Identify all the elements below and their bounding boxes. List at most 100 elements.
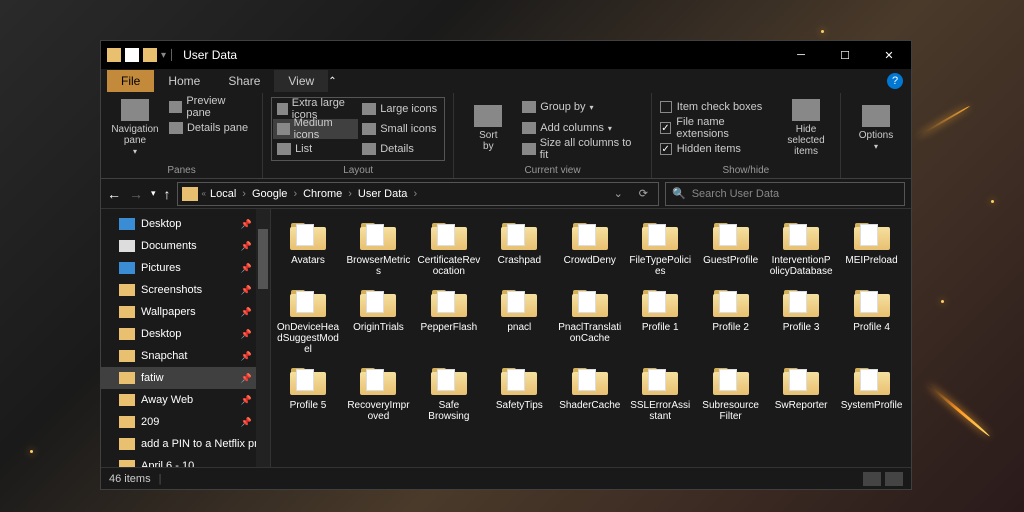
pin-icon: 📌 [241,373,252,384]
maximize-button[interactable]: ☐ [823,41,867,69]
file-extensions-checkbox[interactable]: File name extensions [660,118,776,138]
folder-item[interactable]: Crashpad [486,217,552,280]
close-button[interactable]: ✕ [867,41,911,69]
folder-item[interactable]: MEIPreload [839,217,905,280]
folder-item[interactable]: Profile 4 [839,284,905,358]
breadcrumb-item[interactable]: Local [210,188,236,200]
search-input[interactable]: 🔍 Search User Data [665,182,905,206]
tree-item[interactable]: 209📌 [101,411,270,433]
folder-item[interactable]: SystemProfile [839,362,905,425]
folder-item[interactable]: SwReporter [768,362,834,425]
extra-large-icons-button[interactable]: Extra large icons [273,99,358,119]
add-columns-button[interactable]: Add columns ▾ [518,118,642,138]
up-button[interactable]: ↑ [164,186,171,202]
minimize-button[interactable]: ─ [779,41,823,69]
sort-by-button[interactable]: Sort by [462,97,514,159]
folder-item[interactable]: CrowdDeny [557,217,623,280]
breadcrumb-item[interactable]: User Data [358,188,408,200]
folder-item[interactable]: Profile 5 [275,362,341,425]
back-button[interactable]: ← [107,186,121,202]
refresh-icon[interactable]: ⟳ [633,187,654,200]
tab-home[interactable]: Home [154,70,214,92]
tab-file[interactable]: File [107,70,154,92]
preview-pane-button[interactable]: Preview pane [165,97,254,117]
folder-item[interactable]: Profile 2 [698,284,764,358]
folder-item[interactable]: OriginTrials [345,284,411,358]
details-pane-button[interactable]: Details pane [165,118,254,138]
folder-item[interactable]: Safe Browsing [416,362,482,425]
tree-item[interactable]: Screenshots📌 [101,279,270,301]
folder-icon [852,365,892,397]
item-check-boxes-checkbox[interactable]: Item check boxes [660,97,776,117]
folder-item[interactable]: Avatars [275,217,341,280]
qa-icon-2[interactable] [143,48,157,62]
folder-item[interactable]: FileTypePolicies [627,217,693,280]
ribbon-tabs: File Home Share View ⌃ ? [101,69,911,93]
folder-icon [119,350,135,362]
folder-item[interactable]: ShaderCache [557,362,623,425]
tree-item[interactable]: Desktop📌 [101,323,270,345]
collapse-ribbon-icon[interactable]: ⌃ [328,76,336,87]
qa-icon[interactable] [125,48,139,62]
large-icons-button[interactable]: Large icons [358,99,443,119]
pin-icon: 📌 [241,263,252,274]
folder-item[interactable]: OnDeviceHeadSuggestModel [275,284,341,358]
hidden-items-checkbox[interactable]: Hidden items [660,139,776,159]
ribbon-group-layout: Extra large icons Large icons Medium ico… [263,93,454,178]
folder-item[interactable]: Profile 1 [627,284,693,358]
scrollbar-thumb[interactable] [258,229,268,289]
options-button[interactable]: Options▾ [849,97,903,159]
icons-view-icon[interactable] [885,472,903,486]
tree-item[interactable]: Wallpapers📌 [101,301,270,323]
folder-icon [119,372,135,384]
group-by-button[interactable]: Group by ▾ [518,97,642,117]
navigation-pane-button[interactable]: Navigation pane▾ [109,97,161,159]
medium-icons-button[interactable]: Medium icons [273,119,358,139]
tree-item[interactable]: Documents📌 [101,235,270,257]
folder-item[interactable]: SSLErrorAssistant [627,362,693,425]
hide-selected-button[interactable]: Hide selected items [780,97,832,159]
breadcrumb-item[interactable]: Google [252,188,287,200]
folder-icon [358,287,398,319]
folder-icon [358,220,398,252]
tree-item[interactable]: Desktop📌 [101,213,270,235]
recent-button[interactable]: ▾ [151,188,156,199]
tab-share[interactable]: Share [214,70,274,92]
folder-item[interactable]: SafetyTips [486,362,552,425]
file-explorer-window: ▾ │ User Data ─ ☐ ✕ File Home Share View… [100,40,912,490]
folder-item[interactable]: GuestProfile [698,217,764,280]
folder-item[interactable]: InterventionPolicyDatabase [768,217,834,280]
breadcrumb-item[interactable]: Chrome [303,188,342,200]
folder-item[interactable]: pnacl [486,284,552,358]
breadcrumb[interactable]: « Local› Google› Chrome› User Data› ⌄ ⟳ [177,182,659,206]
folder-item[interactable]: BrowserMetrics [345,217,411,280]
folder-item[interactable]: CertificateRevocation [416,217,482,280]
tree-item[interactable]: add a PIN to a Netflix profi [101,433,270,455]
folder-icon [119,262,135,274]
tree-item[interactable]: April 6 - 10 [101,455,270,467]
details-button[interactable]: Details [358,139,443,159]
list-button[interactable]: List [273,139,358,159]
folder-item[interactable]: Profile 3 [768,284,834,358]
forward-button[interactable]: → [129,186,143,202]
tab-view[interactable]: View [274,70,328,92]
tree-item[interactable]: Away Web📌 [101,389,270,411]
small-icons-button[interactable]: Small icons [358,119,443,139]
folder-icon [852,220,892,252]
folder-item[interactable]: Subresource Filter [698,362,764,425]
folder-icon [119,394,135,406]
folder-item[interactable]: PepperFlash [416,284,482,358]
folder-icon [711,220,751,252]
tree-item[interactable]: fatiw📌 [101,367,270,389]
tree-item[interactable]: Snapchat📌 [101,345,270,367]
navigation-tree: Desktop📌Documents📌Pictures📌Screenshots📌W… [101,209,271,467]
folder-item[interactable]: RecoveryImproved [345,362,411,425]
folder-item[interactable]: PnaclTranslationCache [557,284,623,358]
help-icon[interactable]: ? [887,73,903,89]
breadcrumb-dropdown-icon[interactable]: ⌄ [608,187,629,200]
folder-icon [499,365,539,397]
pin-icon: 📌 [241,219,252,230]
size-columns-button[interactable]: Size all columns to fit [518,139,642,159]
tree-item[interactable]: Pictures📌 [101,257,270,279]
details-view-icon[interactable] [863,472,881,486]
